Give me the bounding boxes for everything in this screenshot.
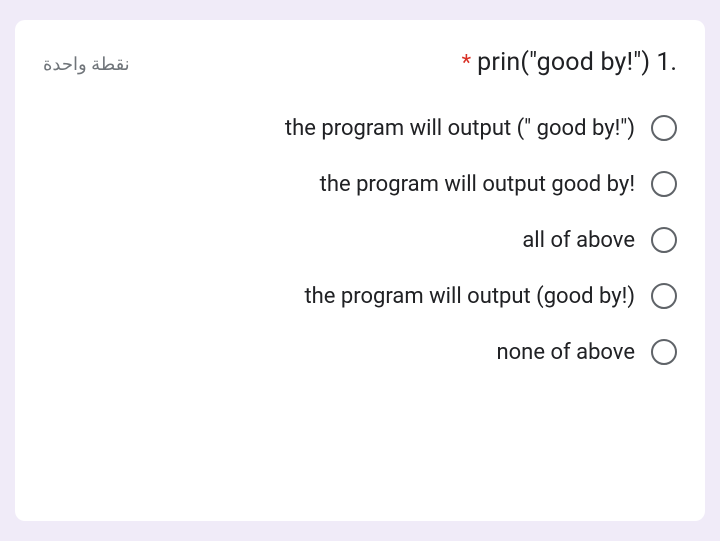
option-label: the program will output (" good by!") bbox=[285, 116, 635, 141]
points-label: نقطة واحدة bbox=[43, 54, 130, 75]
option-2[interactable]: all of above bbox=[522, 227, 677, 253]
question-title-wrap: .1 prin("good by!") * bbox=[462, 48, 677, 77]
option-3[interactable]: the program will output (good by!) bbox=[304, 283, 677, 309]
radio-icon bbox=[651, 171, 677, 197]
option-label: none of above bbox=[496, 340, 635, 365]
required-asterisk: * bbox=[462, 51, 471, 76]
option-label: the program will output (good by!) bbox=[304, 284, 635, 309]
option-0[interactable]: the program will output (" good by!") bbox=[285, 115, 677, 141]
radio-icon bbox=[651, 283, 677, 309]
radio-icon bbox=[651, 227, 677, 253]
question-title: prin("good by!") bbox=[477, 48, 650, 77]
radio-icon bbox=[651, 339, 677, 365]
option-1[interactable]: the program will output good by! bbox=[320, 171, 677, 197]
options-list: the program will output (" good by!") th… bbox=[43, 115, 677, 365]
question-number: .1 bbox=[656, 48, 677, 77]
question-card: نقطة واحدة .1 prin("good by!") * the pro… bbox=[15, 20, 705, 521]
option-4[interactable]: none of above bbox=[496, 339, 677, 365]
option-label: all of above bbox=[522, 228, 635, 253]
question-header: نقطة واحدة .1 prin("good by!") * bbox=[43, 48, 677, 77]
radio-icon bbox=[651, 115, 677, 141]
option-label: the program will output good by! bbox=[320, 172, 635, 197]
